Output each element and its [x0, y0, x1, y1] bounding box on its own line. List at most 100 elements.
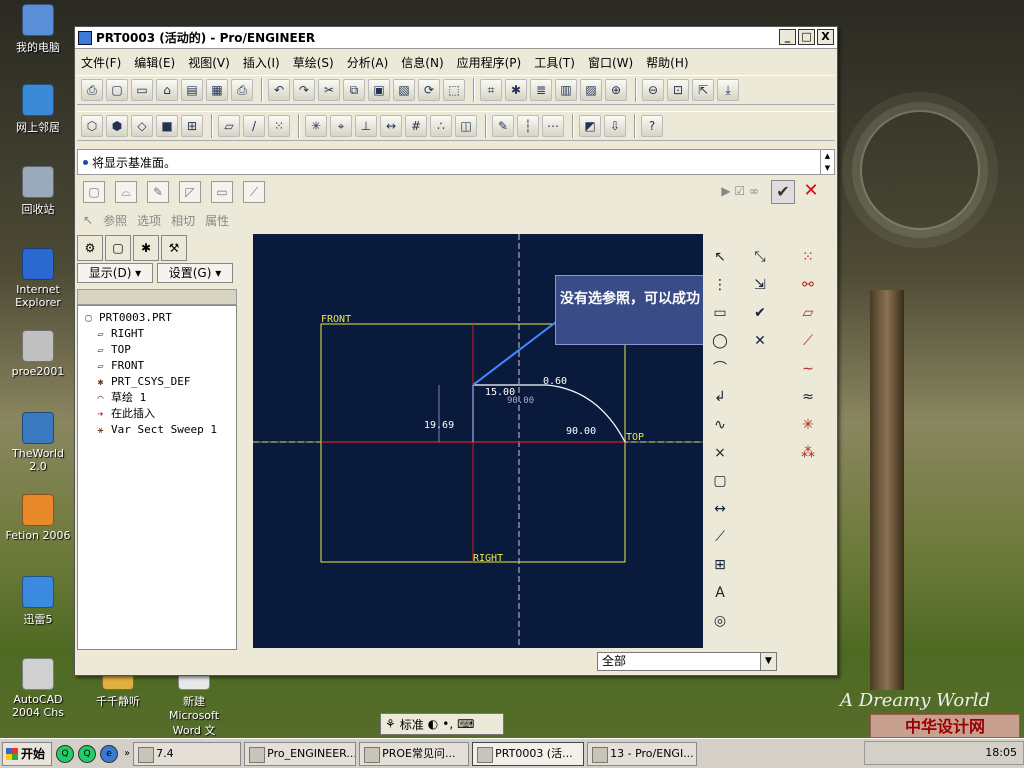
- intent-icon[interactable]: ◩: [579, 115, 601, 137]
- desktop-icon[interactable]: 网上邻居: [2, 84, 74, 135]
- tab-references[interactable]: 参照: [103, 212, 127, 229]
- points-icon[interactable]: ⋯: [542, 115, 564, 137]
- axis-icon[interactable]: ┆: [517, 115, 539, 137]
- use-edge-icon[interactable]: ▢: [709, 470, 731, 492]
- menu-item[interactable]: 应用程序(P): [457, 54, 522, 71]
- sweep-surface-icon[interactable]: ⌓: [115, 181, 137, 203]
- taskbar-item[interactable]: PROE常见问...: [359, 741, 470, 766]
- desktop-icon[interactable]: 我的电脑: [2, 4, 74, 55]
- folder-browser-tab-icon[interactable]: ▢: [105, 235, 131, 261]
- menu-item[interactable]: 编辑(E): [134, 54, 175, 71]
- regenerate-icon[interactable]: ⟳: [418, 79, 440, 101]
- menu-item[interactable]: 窗口(W): [588, 54, 633, 71]
- desktop-icon[interactable]: 回收站: [2, 166, 74, 217]
- punct-icon[interactable]: •,: [442, 717, 453, 731]
- remove-material-icon[interactable]: ◸: [179, 181, 201, 203]
- datum-axis-icon[interactable]: ⟋: [797, 330, 819, 352]
- menu-item[interactable]: 文件(F): [81, 54, 121, 71]
- selection-filter[interactable]: 全部 ▼: [597, 652, 777, 671]
- repaint-icon[interactable]: ▨: [580, 79, 602, 101]
- sketch-icon[interactable]: ✎: [492, 115, 514, 137]
- ruler-icon[interactable]: ⁂: [797, 442, 819, 464]
- title-bar[interactable]: PRT0003 (活动的) - Pro/ENGINEER _ □ X: [75, 27, 837, 49]
- page-setup-icon[interactable]: ⎙: [81, 79, 103, 101]
- paste-icon[interactable]: ▣: [368, 79, 390, 101]
- datum-point-icon[interactable]: ⁙: [797, 246, 819, 268]
- paste-special-icon[interactable]: ▧: [393, 79, 415, 101]
- dimension-90[interactable]: 90.00: [566, 426, 596, 437]
- save-icon[interactable]: ▤: [181, 79, 203, 101]
- sketch-view-icon[interactable]: ◫: [455, 115, 477, 137]
- fillet-icon[interactable]: ↲: [709, 386, 731, 408]
- redo-icon[interactable]: ↷: [293, 79, 315, 101]
- layers-icon[interactable]: ≣: [530, 79, 552, 101]
- vertices-icon[interactable]: ∴: [430, 115, 452, 137]
- message-scrollbar[interactable]: ▲ ▼: [820, 150, 834, 174]
- datum-plane-icon[interactable]: ⌗: [480, 79, 502, 101]
- new-icon[interactable]: ▢: [106, 79, 128, 101]
- tree-item[interactable]: ✱ PRT_CSYS_DEF: [78, 374, 236, 390]
- modify-icon[interactable]: ⟋: [709, 526, 731, 548]
- new-blank-icon[interactable]: ▭: [131, 79, 153, 101]
- sketched-curve-icon[interactable]: ∼: [797, 358, 819, 380]
- select-box-icon[interactable]: ⬚: [443, 79, 465, 101]
- line-icon[interactable]: ⟋: [243, 181, 265, 203]
- refit-icon[interactable]: ⊡: [667, 79, 689, 101]
- ime-bar[interactable]: ⚘ 标准 ◐ •, ⌨: [380, 713, 504, 735]
- point-icon[interactable]: ×: [709, 442, 731, 464]
- maximize-button[interactable]: □: [798, 29, 815, 45]
- datum-planes-icon[interactable]: ▱: [218, 115, 240, 137]
- spin-center-icon[interactable]: ✱: [505, 79, 527, 101]
- datum-axes-icon[interactable]: /: [243, 115, 265, 137]
- model-tree-icon[interactable]: ⊞: [181, 115, 203, 137]
- tree-item[interactable]: ▱ TOP: [78, 342, 236, 358]
- model-tree-tab-icon[interactable]: ⚙: [77, 235, 103, 261]
- select-icon[interactable]: ↖: [709, 246, 731, 268]
- tree-item[interactable]: ▢ PRT0003.PRT: [78, 310, 236, 326]
- undo-icon[interactable]: ↶: [268, 79, 290, 101]
- line-tool-icon[interactable]: ⋮: [709, 274, 731, 296]
- ok-button[interactable]: ✔: [771, 180, 795, 204]
- tab-tangency[interactable]: 相切: [171, 212, 195, 229]
- hidden-icon[interactable]: ⬢: [106, 115, 128, 137]
- tree-item[interactable]: ➔ 在此插入: [78, 406, 236, 422]
- print-icon[interactable]: ⎙: [231, 79, 253, 101]
- text-icon[interactable]: A: [709, 582, 731, 604]
- spline-icon[interactable]: ∿: [709, 414, 731, 436]
- rectangle-icon[interactable]: ▭: [709, 302, 731, 324]
- qq-icon[interactable]: Q: [56, 744, 74, 763]
- menu-item[interactable]: 帮助(H): [646, 54, 688, 71]
- shaded-icon[interactable]: ■: [156, 115, 178, 137]
- wireframe-icon[interactable]: ⬡: [81, 115, 103, 137]
- saved-view-icon[interactable]: ▥: [555, 79, 577, 101]
- minimize-button[interactable]: _: [779, 29, 796, 45]
- desktop-icon[interactable]: Fetion 2006: [2, 494, 74, 542]
- clock[interactable]: 18:05: [985, 746, 1017, 759]
- sweep-solid-icon[interactable]: ▢: [83, 181, 105, 203]
- datum-curve-icon[interactable]: ⚯: [797, 274, 819, 296]
- manager-icon[interactable]: ⇩: [604, 115, 626, 137]
- panel-splitter[interactable]: [237, 235, 251, 651]
- tree-item[interactable]: ⌒ 草绘 1: [78, 390, 236, 406]
- sketch-tool-icon[interactable]: ✎: [147, 181, 169, 203]
- taskbar-item[interactable]: 13 - Pro/ENGI...: [587, 741, 698, 766]
- orient-icon[interactable]: ⇱: [692, 79, 714, 101]
- help-what-is-icon[interactable]: ?: [641, 115, 663, 137]
- tab-options[interactable]: 选项: [137, 212, 161, 229]
- moon-icon[interactable]: ◐: [428, 717, 438, 731]
- taskbar-item[interactable]: 7.4: [133, 741, 242, 766]
- desktop-icon[interactable]: 迅雷5: [2, 576, 74, 627]
- no-hidden-icon[interactable]: ◇: [131, 115, 153, 137]
- grid-icon[interactable]: #: [405, 115, 427, 137]
- close-button[interactable]: X: [817, 29, 834, 45]
- palette-icon[interactable]: ◎: [709, 610, 731, 632]
- ie-icon[interactable]: e: [100, 744, 118, 763]
- desktop-icon[interactable]: Internet Explorer: [2, 248, 74, 309]
- keyboard-icon[interactable]: ⌨: [457, 717, 474, 731]
- desktop-icon[interactable]: proe2001: [2, 330, 74, 378]
- connections-tab-icon[interactable]: ⚒: [161, 235, 187, 261]
- circle-icon[interactable]: ◯: [709, 330, 731, 352]
- tool-order-icon[interactable]: ⤓: [717, 79, 739, 101]
- favorites-tab-icon[interactable]: ✱: [133, 235, 159, 261]
- csys-icon[interactable]: ✳: [305, 115, 327, 137]
